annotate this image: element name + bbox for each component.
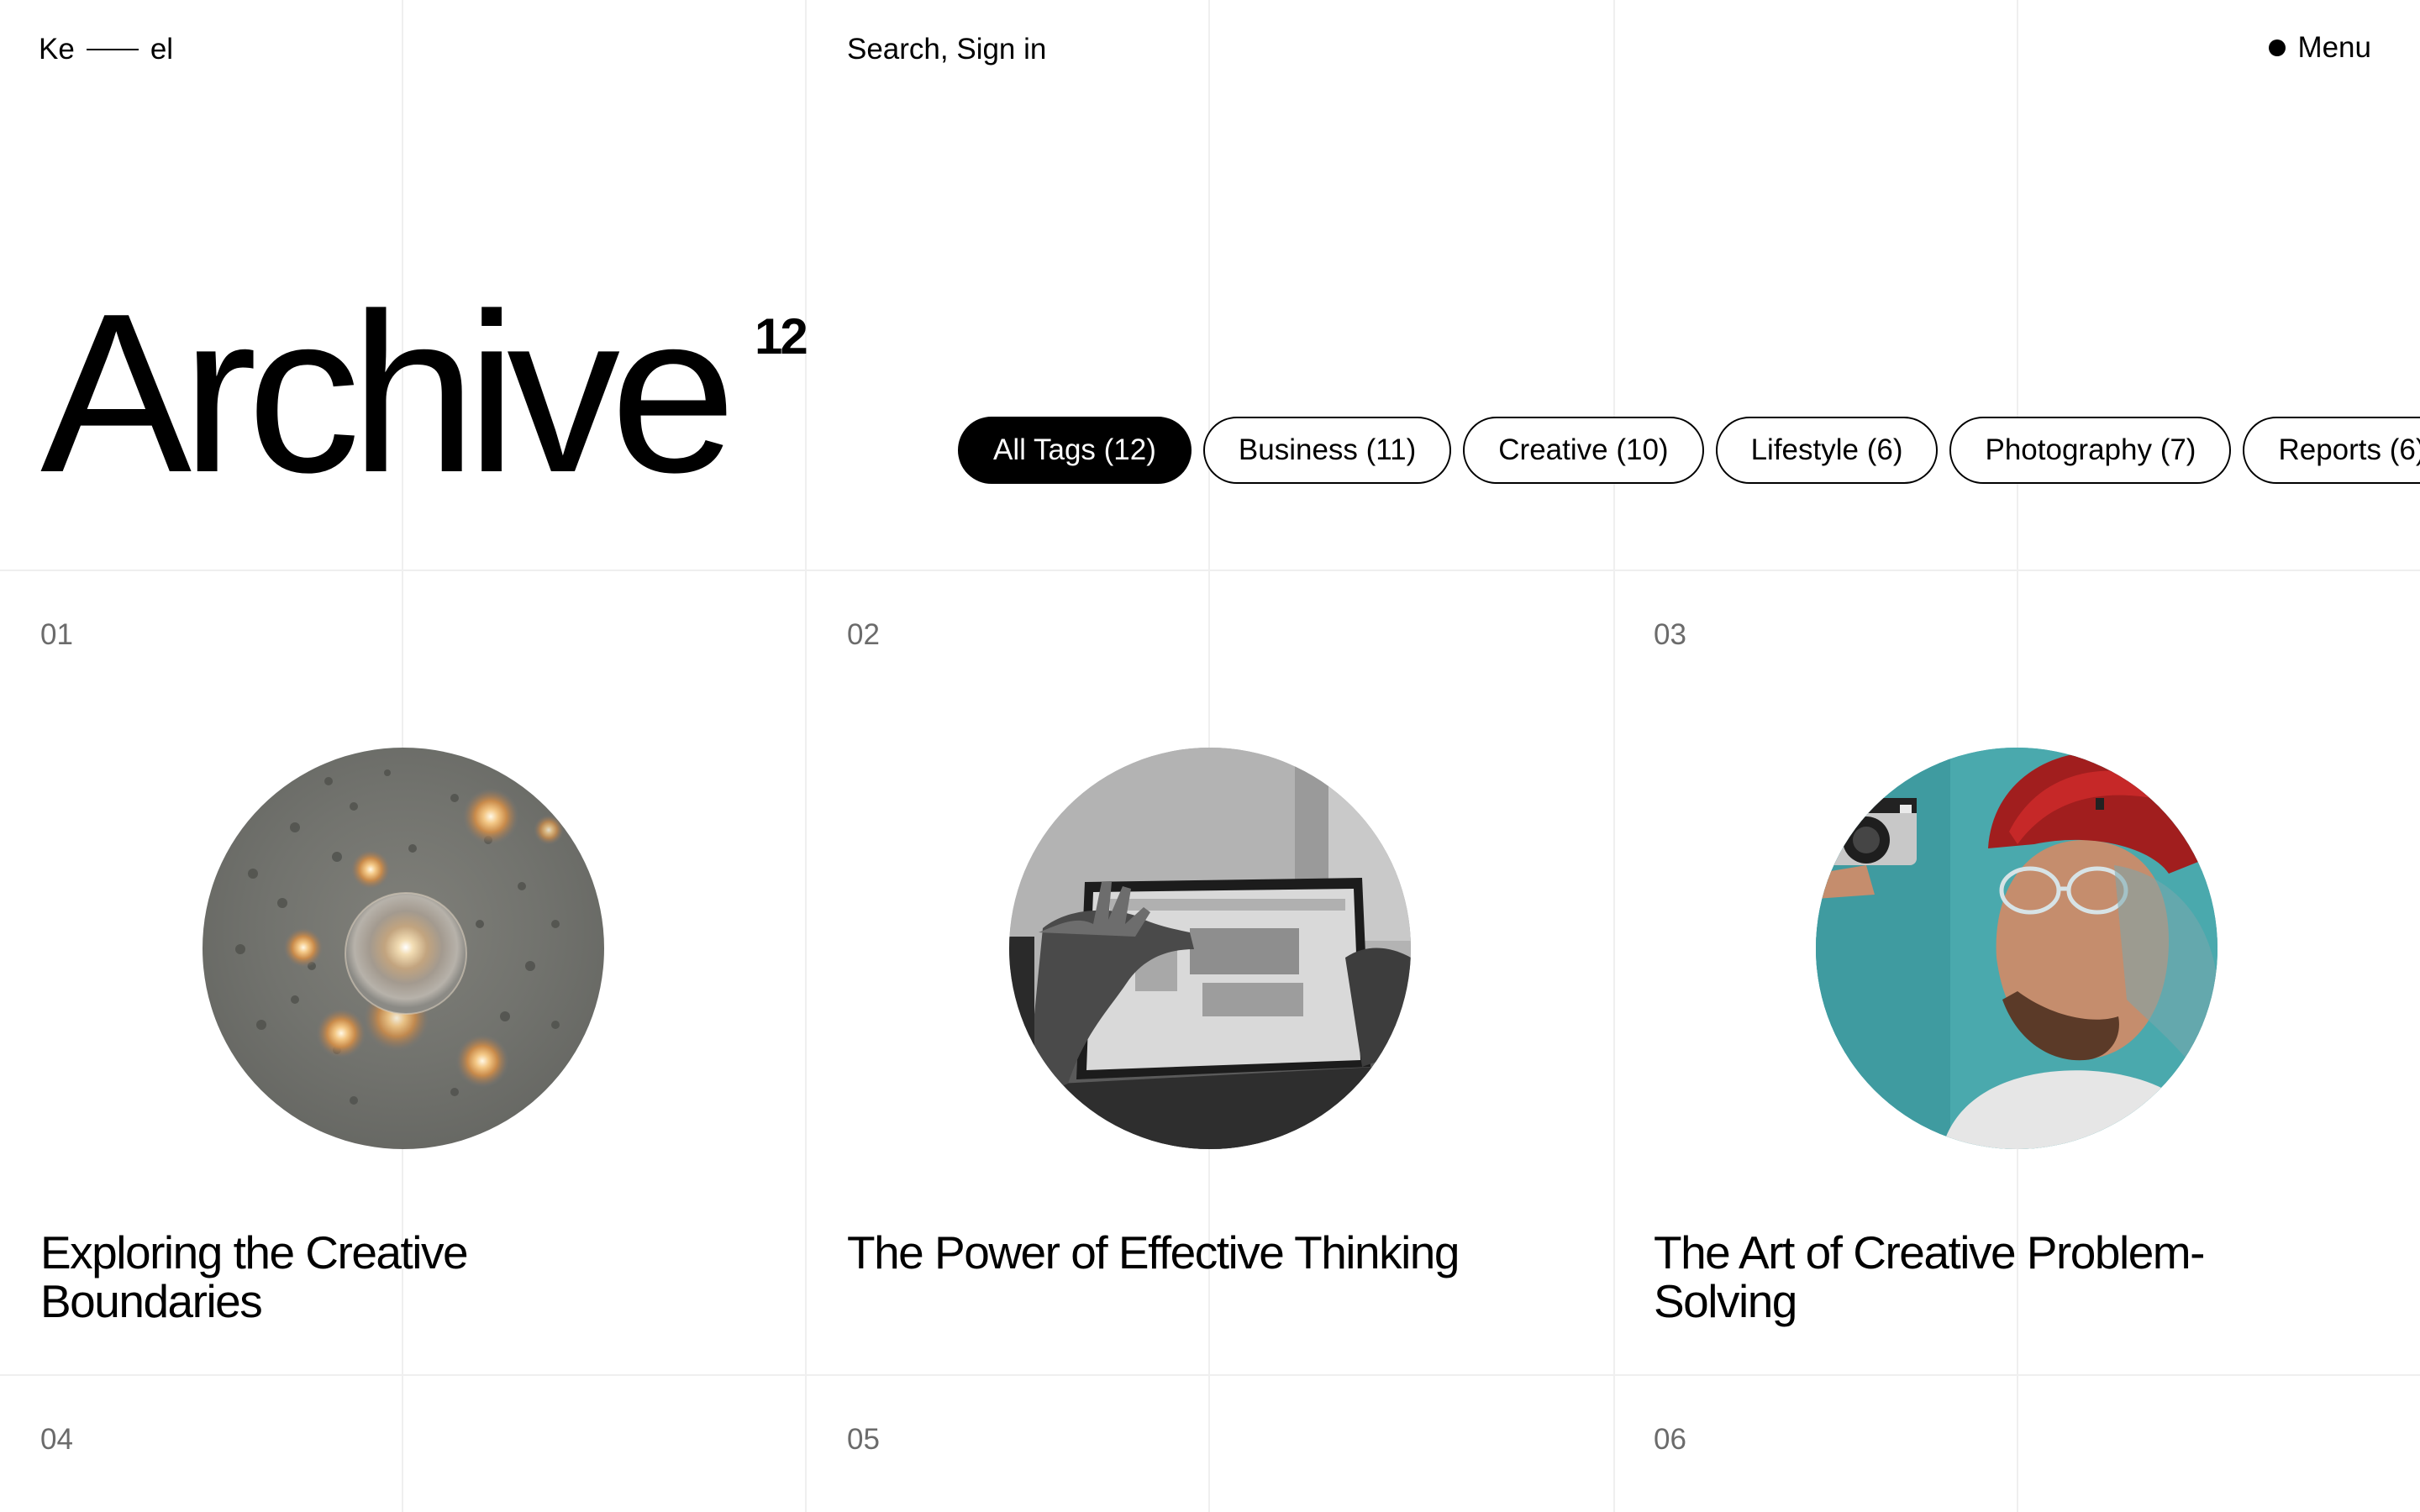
card-number: 04	[40, 1423, 73, 1456]
card-title[interactable]: The Power of Effective Thinking	[847, 1228, 1486, 1277]
logo-right-text: el	[150, 33, 174, 66]
article-card[interactable]: 01 Exploring the Creative Boundaries	[0, 571, 807, 1374]
menu-label: Menu	[2297, 31, 2371, 64]
menu-dot-icon	[2269, 39, 2286, 56]
article-card[interactable]: 04	[0, 1376, 807, 1512]
laptop-illustration	[1009, 748, 1411, 1149]
tag-filter-bar: All Tags (12) Business (11) Creative (10…	[958, 417, 2420, 484]
portrait-illustration	[1816, 748, 2217, 1149]
card-number: 02	[847, 618, 880, 651]
search-signin-link[interactable]: Search, Sign in	[847, 32, 1046, 67]
card-number: 06	[1654, 1423, 1686, 1456]
card-image-laptop[interactable]	[1009, 748, 1411, 1149]
card-title[interactable]: The Art of Creative Problem-Solving	[1654, 1228, 2292, 1326]
archive-page: Ke el Search, Sign in Menu Archive 12 Al…	[0, 0, 2420, 1512]
site-logo[interactable]: Ke el	[39, 32, 173, 67]
article-card[interactable]: 02 The Power of Effective Thinking	[807, 571, 1613, 1374]
card-number: 03	[1654, 618, 1686, 651]
lights-illustration	[235, 769, 564, 1105]
archive-count: 12	[755, 308, 808, 365]
page-title: Archive	[40, 267, 736, 520]
article-card[interactable]: 06	[1613, 1376, 2420, 1512]
article-card[interactable]: 05	[807, 1376, 1613, 1512]
tag-creative[interactable]: Creative (10)	[1463, 417, 1704, 484]
tag-all[interactable]: All Tags (12)	[958, 417, 1192, 484]
card-number: 05	[847, 1423, 880, 1456]
menu-button[interactable]: Menu	[2269, 30, 2371, 66]
card-image-lights[interactable]	[203, 748, 604, 1149]
card-number: 01	[40, 618, 73, 651]
article-card[interactable]: 03 The Art of Creative Problem-Solving	[1613, 571, 2420, 1374]
logo-dash	[86, 49, 139, 50]
card-image-portrait[interactable]	[1816, 748, 2217, 1149]
tag-photography[interactable]: Photography (7)	[1949, 417, 2232, 484]
logo-left-text: Ke	[39, 33, 75, 66]
tag-lifestyle[interactable]: Lifestyle (6)	[1715, 417, 1939, 484]
tag-business[interactable]: Business (11)	[1202, 417, 1452, 484]
card-title[interactable]: Exploring the Creative Boundaries	[40, 1228, 679, 1326]
tag-reports[interactable]: Reports (6)	[2243, 417, 2420, 484]
